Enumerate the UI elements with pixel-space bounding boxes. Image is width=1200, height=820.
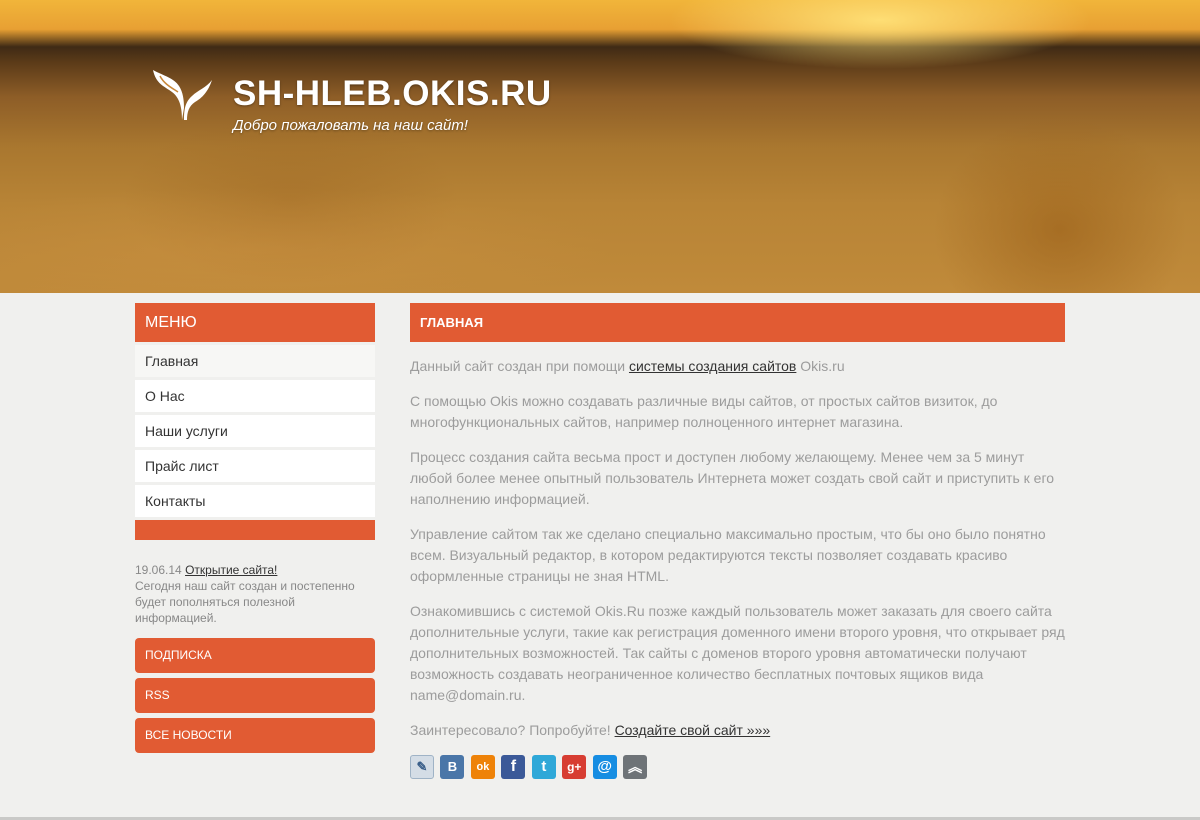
googleplus-icon[interactable]: g+ bbox=[562, 755, 587, 779]
news-title-link[interactable]: Открытие сайта! bbox=[185, 563, 277, 577]
menu-item-about[interactable]: О Нас bbox=[135, 380, 375, 412]
rss-button[interactable]: RSS bbox=[135, 678, 375, 713]
vkontakte-icon[interactable]: B bbox=[440, 755, 465, 779]
paragraph-services: Ознакомившись с системой Okis.Ru позже к… bbox=[410, 603, 1065, 703]
intro-paragraph: Данный сайт создан при помощи системы со… bbox=[410, 356, 1065, 377]
menu-item-pricelist[interactable]: Прайс лист bbox=[135, 450, 375, 482]
site-builder-link[interactable]: системы создания сайтов bbox=[629, 358, 796, 374]
social-share-bar: ✎ B ok f t g+ @ ︽ bbox=[410, 755, 1065, 781]
menu-item-services[interactable]: Наши услуги bbox=[135, 415, 375, 447]
site-title[interactable]: SH-HLEB.OKIS.RU bbox=[233, 74, 552, 114]
menu-footer-bar bbox=[135, 520, 375, 540]
menu-item-home[interactable]: Главная bbox=[135, 345, 375, 377]
bookmark-up-icon[interactable]: ︽ bbox=[623, 755, 648, 779]
main-content: ГЛАВНАЯ Данный сайт создан при помощи си… bbox=[410, 303, 1065, 781]
all-news-button[interactable]: ВСЕ НОВОСТИ bbox=[135, 718, 375, 753]
paragraph-management: Управление сайтом так же сделано специал… bbox=[410, 526, 1046, 584]
subscribe-button[interactable]: ПОДПИСКА bbox=[135, 638, 375, 673]
intro-text: Данный сайт создан при помощи bbox=[410, 358, 629, 374]
paragraph-process: Процесс создания сайта весьма прост и до… bbox=[410, 449, 1055, 507]
odnoklassniki-icon[interactable]: ok bbox=[470, 755, 495, 779]
sprout-leaf-icon[interactable] bbox=[152, 70, 214, 122]
intro-text-end: Okis.ru bbox=[796, 358, 845, 374]
sidebar: МЕНЮ Главная О Нас Наши услуги Прайс лис… bbox=[135, 303, 375, 753]
header-banner: SH-HLEB.OKIS.RU Добро пожаловать на наш … bbox=[0, 0, 1200, 293]
cta-paragraph: Заинтересовало? Попробуйте! Создайте сво… bbox=[410, 720, 1065, 741]
mailru-icon[interactable]: @ bbox=[592, 755, 617, 779]
paragraph-site-types: С помощью Okis можно создавать различные… bbox=[410, 393, 998, 430]
facebook-icon[interactable]: f bbox=[501, 755, 526, 779]
site-slogan: Добро пожаловать на наш сайт! bbox=[233, 117, 468, 134]
menu-item-contacts[interactable]: Контакты bbox=[135, 485, 375, 517]
news-date: 19.06.14 bbox=[135, 563, 182, 577]
cta-text: Заинтересовало? Попробуйте! bbox=[410, 722, 615, 738]
menu-header: МЕНЮ bbox=[135, 303, 375, 342]
news-item: 19.06.14 Открытие сайта! Сегодня наш сай… bbox=[135, 562, 375, 626]
twitter-icon[interactable]: t bbox=[531, 755, 556, 779]
wheat-field-background bbox=[0, 0, 1200, 293]
livejournal-icon[interactable]: ✎ bbox=[410, 755, 434, 779]
create-site-link[interactable]: Создайте свой сайт »»» bbox=[615, 722, 771, 738]
news-text: Сегодня наш сайт создан и постепенно буд… bbox=[135, 579, 355, 625]
page-title: ГЛАВНАЯ bbox=[410, 303, 1065, 342]
